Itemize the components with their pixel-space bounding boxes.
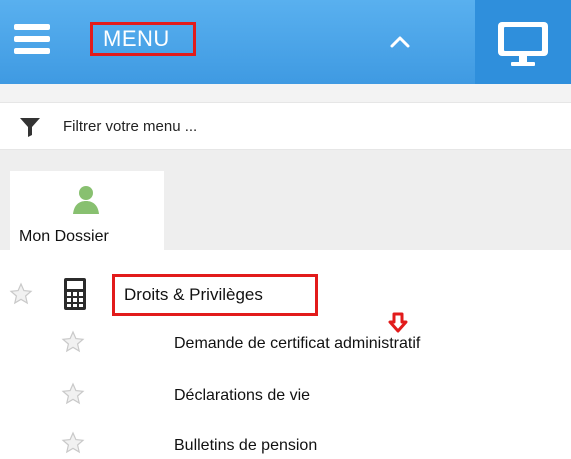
- star-icon[interactable]: [61, 431, 85, 455]
- tab-label: Mon Dossier: [19, 228, 109, 245]
- calculator-icon: [64, 278, 86, 310]
- top-bar: MENU: [0, 0, 571, 84]
- star-icon[interactable]: [61, 330, 85, 354]
- star-icon[interactable]: [9, 282, 33, 306]
- arrow-down-icon: [388, 312, 408, 333]
- menu-title: MENU: [90, 22, 196, 56]
- filter-input[interactable]: [63, 113, 543, 139]
- filter-bar: [0, 102, 571, 150]
- tab-mon-dossier[interactable]: Mon Dossier: [10, 171, 164, 250]
- filter-divider: [0, 84, 571, 102]
- monitor-icon[interactable]: [495, 20, 551, 68]
- tab-strip: Mon Dossier: [0, 150, 571, 250]
- menu-item-declarations-vie[interactable]: Déclarations de vie: [174, 387, 310, 405]
- star-icon[interactable]: [61, 382, 85, 406]
- person-icon: [73, 186, 99, 214]
- menu-section-droits-privileges[interactable]: Droits & Privilèges: [112, 274, 318, 316]
- hamburger-icon[interactable]: [14, 24, 50, 54]
- filter-icon[interactable]: [20, 117, 40, 137]
- menu-item-bulletins-pension[interactable]: Bulletins de pension: [174, 437, 317, 455]
- chevron-up-icon[interactable]: [389, 33, 411, 49]
- menu-item-demande-certificat[interactable]: Demande de certificat administratif: [174, 335, 420, 353]
